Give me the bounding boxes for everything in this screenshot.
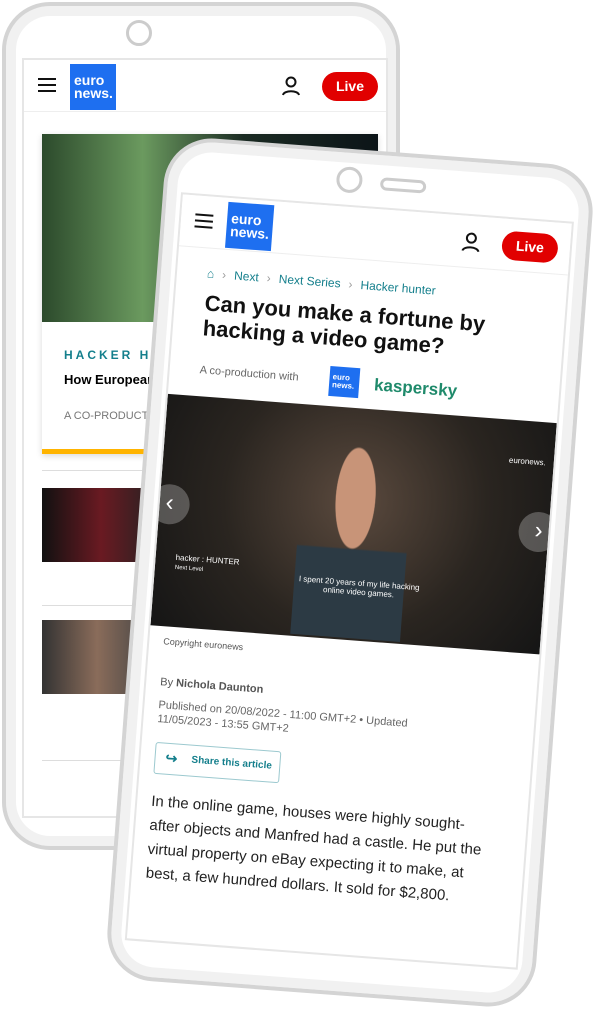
video-watermark: euronews. [508, 455, 547, 468]
share-icon: ↪ [164, 749, 178, 767]
kaspersky-logo: kaspersky [373, 375, 458, 401]
coproduction-label: A co-production with [199, 364, 299, 384]
series-tag: hacker : HUNTER Next Level [174, 552, 240, 573]
speaker [379, 177, 427, 194]
live-button[interactable]: Live [500, 230, 559, 264]
next-arrow-icon[interactable]: › [517, 510, 561, 554]
prev-arrow-icon[interactable]: ‹ [148, 482, 192, 526]
camera [126, 20, 152, 46]
user-icon[interactable] [282, 76, 300, 96]
euronews-partner-logo: euro news. [328, 365, 361, 399]
home-icon[interactable]: ⌂ [206, 266, 214, 281]
breadcrumb-series[interactable]: Next Series [278, 272, 341, 291]
live-button[interactable]: Live [322, 72, 378, 101]
author[interactable]: Nichola Daunton [176, 677, 264, 696]
euronews-logo[interactable]: euro news. [225, 201, 275, 252]
article-body: In the online game, houses were highly s… [145, 792, 482, 905]
euronews-logo[interactable]: euro news. [70, 64, 116, 110]
share-button[interactable]: ↪ Share this article [153, 741, 282, 784]
byline: By Nichola Daunton [159, 676, 264, 696]
breadcrumb-hacker-hunter[interactable]: Hacker hunter [360, 278, 436, 298]
header: euro news. Live [178, 194, 572, 276]
video-person [290, 434, 415, 642]
video-player[interactable]: euronews. hacker : HUNTER Next Level I sp… [148, 393, 561, 655]
front-phone: euro news. Live ⌂ › Next › Next Series › Hac… [103, 135, 593, 1010]
breadcrumb-next[interactable]: Next [234, 269, 260, 285]
menu-icon[interactable] [38, 78, 56, 92]
menu-icon[interactable] [194, 213, 214, 229]
header: euro news. Live [24, 60, 386, 112]
article-title: Can you make a fortune by hacking a vide… [201, 290, 487, 359]
user-icon[interactable] [461, 232, 480, 253]
dates: Published on 20/08/2022 - 11:00 GMT+2 • … [157, 699, 409, 735]
front-screen: euro news. Live ⌂ › Next › Next Series › Hac… [124, 192, 574, 970]
camera [335, 165, 364, 194]
copyright: Copyright euronews [162, 636, 244, 653]
